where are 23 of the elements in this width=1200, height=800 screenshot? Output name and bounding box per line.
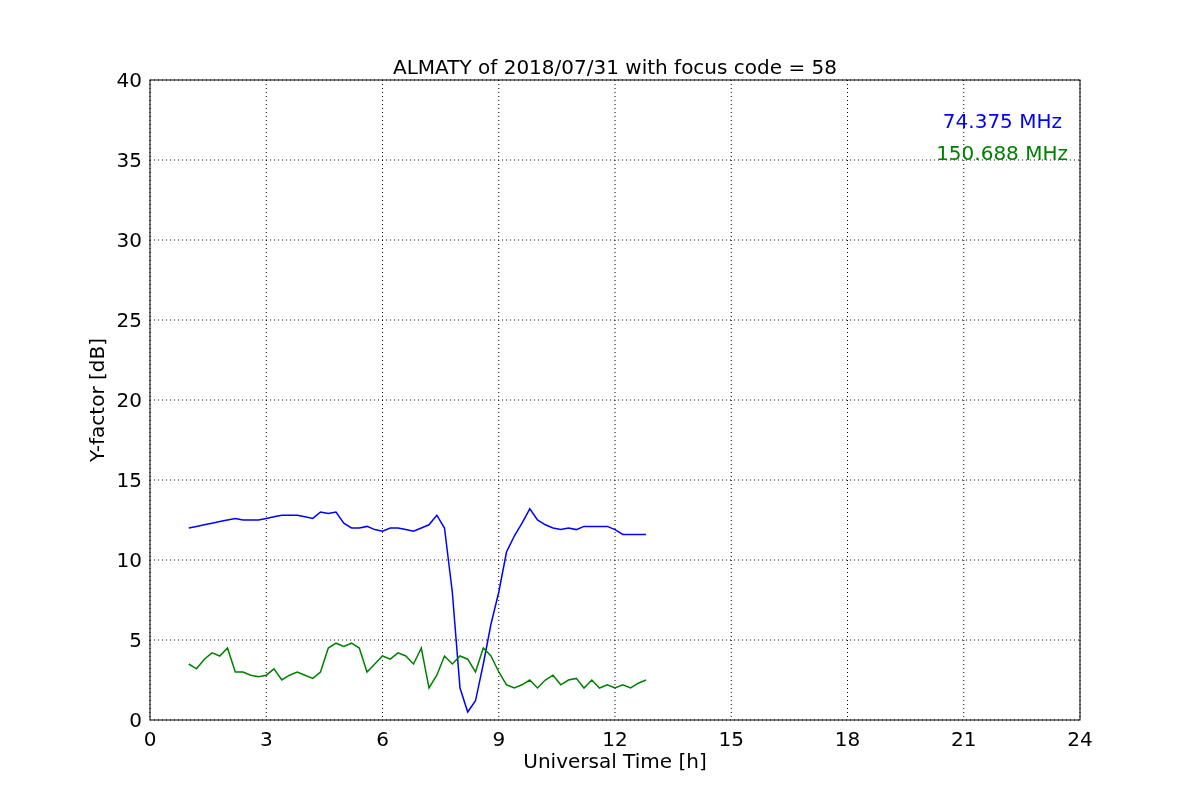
- y-tick-label: 10: [116, 548, 142, 572]
- y-tick-label: 15: [116, 468, 142, 492]
- x-tick-label: 12: [602, 727, 628, 751]
- x-tick-label: 21: [951, 727, 977, 751]
- y-tick-label: 35: [116, 148, 142, 172]
- x-tick-label: 15: [718, 727, 744, 751]
- x-axis-label: Universal Time [h]: [523, 749, 707, 773]
- y-tick-label: 30: [116, 228, 142, 252]
- y-tick-label: 0: [129, 708, 142, 732]
- legend-label: 74.375 MHz: [942, 109, 1062, 133]
- x-tick-label: 0: [143, 727, 157, 751]
- chart-title: ALMATY of 2018/07/31 with focus code = 58: [393, 55, 837, 79]
- y-tick-label: 20: [116, 388, 142, 412]
- x-tick-label: 9: [492, 727, 506, 751]
- x-tick-label: 3: [259, 727, 273, 751]
- x-tick-label: 6: [376, 727, 389, 751]
- x-tick-label: 18: [834, 727, 861, 751]
- y-tick-label: 25: [116, 308, 142, 332]
- y-tick-label: 40: [116, 68, 142, 92]
- legend-label: 150.688 MHz: [936, 141, 1068, 165]
- y-axis-label: Y-factor [dB]: [85, 338, 109, 462]
- y-tick-label: 5: [129, 628, 142, 652]
- x-tick-label: 24: [1067, 727, 1093, 751]
